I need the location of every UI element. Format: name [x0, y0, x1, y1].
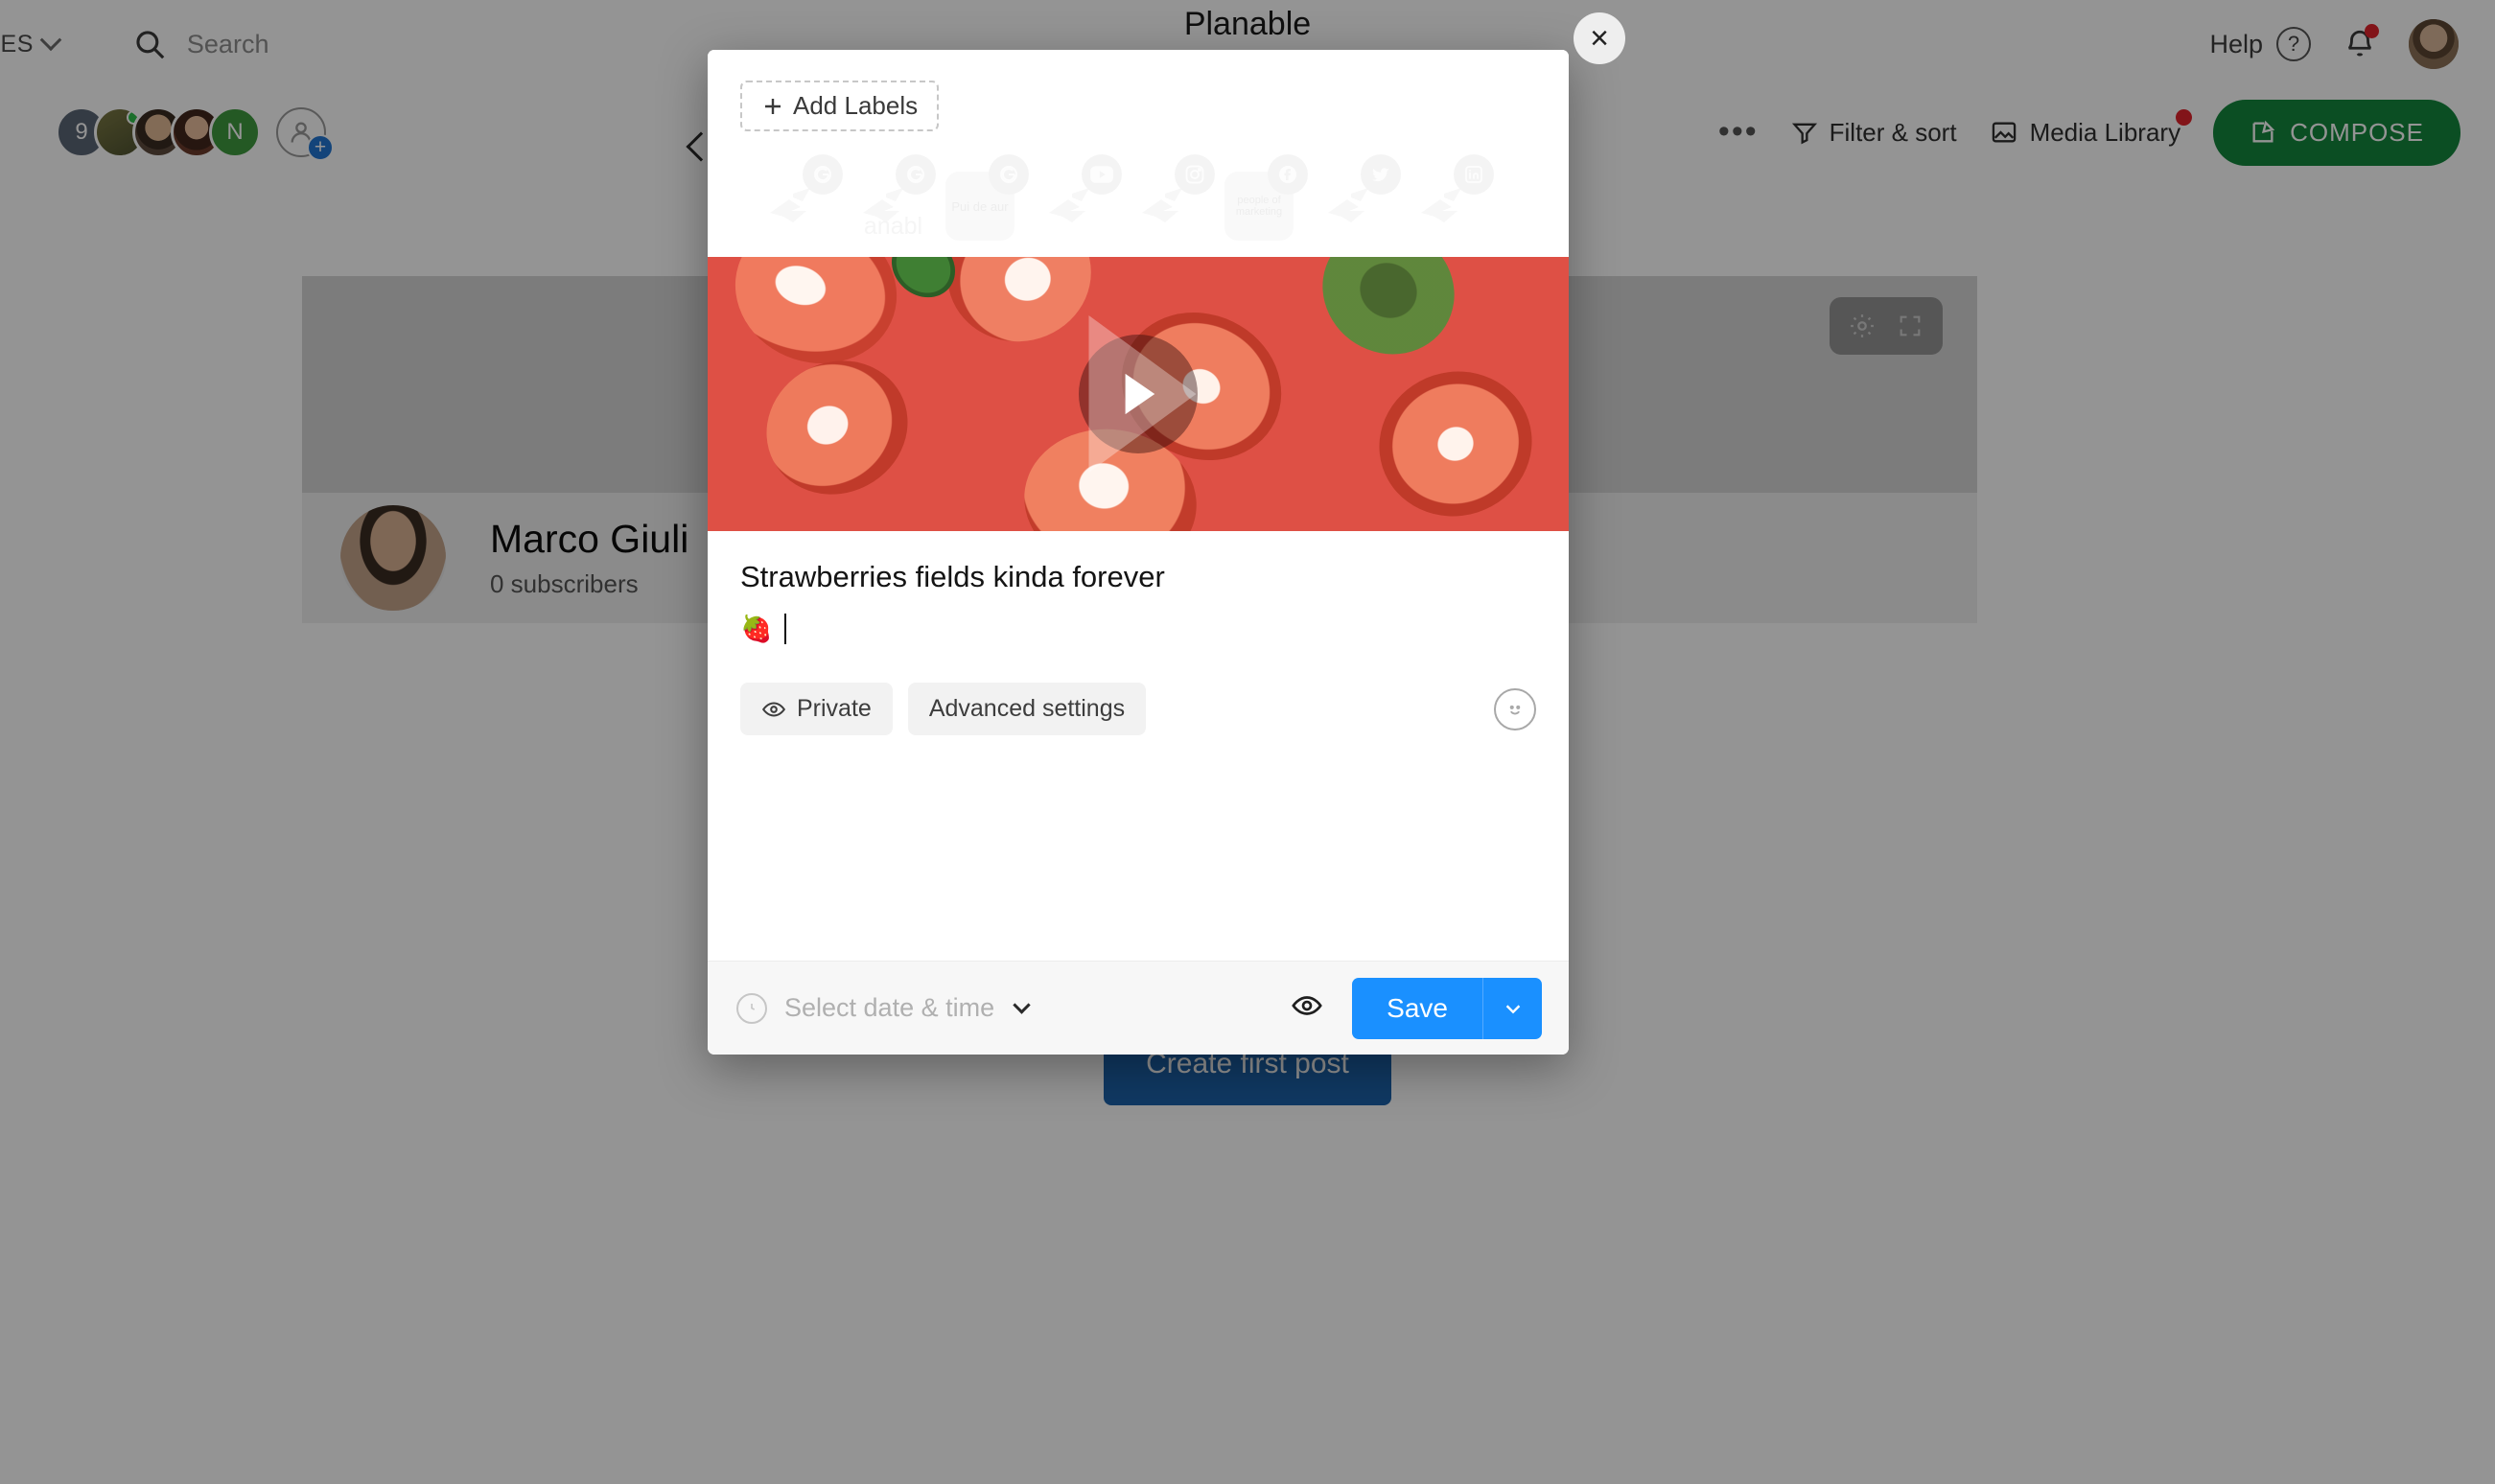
google-icon	[989, 154, 1029, 195]
account-thumb-label: people of marketing	[1235, 195, 1283, 218]
google-icon	[896, 154, 936, 195]
save-button[interactable]: Save	[1352, 977, 1482, 1039]
account-chip-7[interactable]	[1405, 152, 1498, 244]
account-chip-6[interactable]	[1312, 152, 1405, 244]
account-chip-0[interactable]	[754, 152, 847, 244]
advanced-settings-button[interactable]: Advanced settings	[907, 683, 1147, 735]
composer-body: Strawberries fields kinda forever 🍓 Priv…	[708, 531, 1569, 735]
privacy-button[interactable]: Private	[740, 683, 893, 735]
linkedin-icon	[1454, 154, 1494, 195]
post-composer-modal: Add Labels anabl Pui de aur people of ma…	[708, 50, 1569, 1055]
account-thumb-label: Pui de aur	[951, 198, 1009, 214]
plus-icon	[765, 98, 781, 114]
video-preview[interactable]	[708, 257, 1569, 531]
twitter-icon	[1361, 154, 1401, 195]
account-selector: anabl Pui de aur people of marketing	[740, 152, 1536, 244]
instagram-icon	[1175, 154, 1215, 195]
schedule-placeholder: Select date & time	[784, 993, 995, 1022]
eye-icon	[761, 701, 786, 717]
composer-footer: Select date & time Save	[708, 961, 1569, 1055]
chevron-down-icon	[1013, 996, 1031, 1014]
schedule-picker[interactable]: Select date & time	[736, 992, 1031, 1024]
chevron-down-icon	[1505, 1004, 1520, 1013]
google-icon	[803, 154, 843, 195]
youtube-icon	[1082, 154, 1122, 195]
account-caption: anabl	[863, 213, 923, 240]
post-description-text: 🍓	[740, 614, 773, 643]
post-title-input[interactable]: Strawberries fields kinda forever	[740, 560, 1536, 594]
account-chip-4[interactable]	[1126, 152, 1219, 244]
privacy-label: Private	[797, 695, 872, 722]
eye-icon	[1292, 996, 1322, 1015]
post-description-input[interactable]: 🍓	[740, 614, 1536, 644]
account-chip-5[interactable]: people of marketing	[1219, 152, 1312, 244]
footer-actions: Save	[1291, 977, 1542, 1039]
close-icon[interactable]: ×	[1574, 12, 1625, 64]
save-button-group: Save	[1352, 977, 1542, 1039]
clock-icon	[736, 992, 767, 1024]
text-cursor	[783, 614, 786, 644]
play-triangle-overlay	[1088, 315, 1197, 473]
facebook-icon	[1268, 154, 1308, 195]
smiley-icon[interactable]	[1494, 687, 1536, 730]
account-chip-2[interactable]: Pui de aur	[940, 152, 1033, 244]
save-dropdown-button[interactable]	[1482, 977, 1542, 1039]
account-chip-3[interactable]	[1033, 152, 1126, 244]
add-labels-label: Add Labels	[793, 91, 919, 120]
advanced-settings-label: Advanced settings	[928, 695, 1126, 722]
play-button-icon[interactable]	[1079, 315, 1198, 473]
preview-button[interactable]	[1291, 989, 1323, 1027]
composer-header: Add Labels anabl Pui de aur people of ma…	[708, 50, 1569, 257]
add-labels-button[interactable]: Add Labels	[740, 81, 940, 131]
composer-options: Private Advanced settings	[740, 683, 1536, 735]
account-chip-1[interactable]: anabl	[847, 152, 940, 244]
